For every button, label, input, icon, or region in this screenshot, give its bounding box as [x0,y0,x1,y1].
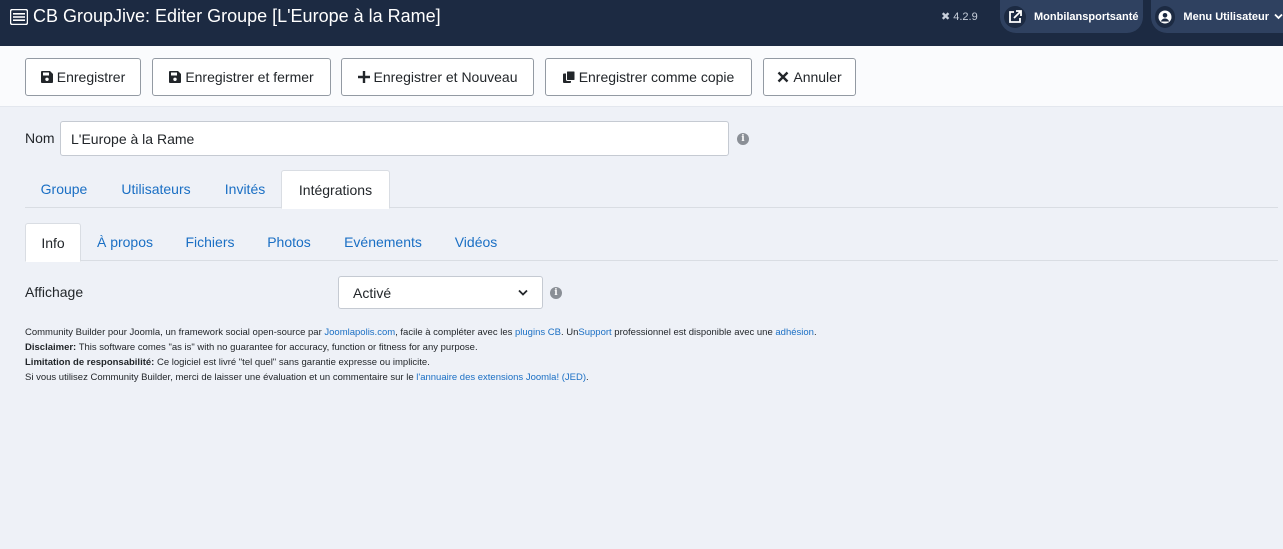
save-close-label: Enregistrer et fermer [185,69,314,85]
affichage-label: Affichage [25,284,84,300]
footer-text: This software comes "as is" with no guar… [76,342,478,353]
footer-text: . [586,372,589,383]
info-icon[interactable]: i [550,287,562,299]
chevron-down-icon [1274,11,1283,23]
jed-link[interactable]: l'annuaire des extensions Joomla! (JED) [416,372,586,383]
plus-icon [357,71,370,83]
list-icon [10,8,28,25]
footer-text: . Un [560,327,579,338]
tab-evenements[interactable]: Evénements [329,223,437,261]
version-number: 4.2.9 [953,10,978,23]
user-menu-label: Menu Utilisateur [1183,10,1269,23]
tab-info[interactable]: Info [25,223,81,262]
footer-text: , facile à compléter avec les [395,327,515,338]
tab-utilisateurs[interactable]: Utilisateurs [105,170,207,208]
footer-line-3: Limitation de responsabilité: Ce logicie… [25,355,817,370]
save-close-button[interactable]: Enregistrer et fermer [152,58,331,96]
page-title: CB GroupJive: Editer Groupe [L'Europe à … [33,6,441,26]
version-info: ✖ 4.2.9 [941,10,978,24]
main-tabs: Groupe Utilisateurs Invités Intégrations [25,170,1278,209]
affichage-value: Activé [353,284,392,301]
footer-text: Community Builder pour Joomla, un framew… [25,327,325,338]
page-title-wrap: CB GroupJive: Editer Groupe [L'Europe à … [10,6,441,27]
copy-icon [562,71,575,83]
save-copy-button[interactable]: Enregistrer comme copie [545,58,752,96]
joomlapolis-link[interactable]: Joomlapolis.com [324,327,395,338]
save-new-label: Enregistrer et Nouveau [373,69,518,85]
tab-photos[interactable]: Photos [253,223,325,261]
site-link-button[interactable]: Monbilansportsanté [1000,0,1143,33]
save-label: Enregistrer [56,69,126,85]
user-menu-button[interactable]: Menu Utilisateur [1151,0,1283,33]
external-link-icon [1004,5,1026,28]
chevron-down-icon [518,289,528,296]
tab-invites[interactable]: Invités [209,170,281,208]
info-icon[interactable]: i [737,133,749,145]
footer-text: Ce logiciel est livré "tel quel" sans ga… [154,357,430,368]
toolbar: Enregistrer Enregistrer et fermer Enregi… [0,46,1283,107]
save-icon [169,71,182,83]
tab-integrations[interactable]: Intégrations [281,170,390,209]
affichage-select[interactable]: Activé [338,276,543,309]
tab-a-propos[interactable]: À propos [83,223,167,261]
plugins-link[interactable]: plugins CB [515,327,561,338]
joomla-icon: ✖ [941,11,951,23]
adhesion-link[interactable]: adhésion [775,327,814,338]
save-new-button[interactable]: Enregistrer et Nouveau [341,58,534,96]
sub-tabs: Info À propos Fichiers Photos Evénements… [25,223,1278,262]
close-icon [778,71,789,83]
cancel-label: Annuler [793,69,842,85]
footer-text: professionnel est disponible avec une [611,327,776,338]
tab-groupe[interactable]: Groupe [25,170,103,208]
top-header: CB GroupJive: Editer Groupe [L'Europe à … [0,0,1283,46]
tab-videos[interactable]: Vidéos [441,223,511,261]
footer-line-2: Disclaimer: This software comes "as is" … [25,340,817,355]
footer-text: . [813,327,817,338]
tab-fichiers[interactable]: Fichiers [171,223,249,261]
save-icon [40,71,53,83]
limitation-label: Limitation de responsabilité: [25,357,155,368]
nom-input[interactable] [60,121,729,156]
footer-line-1: Community Builder pour Joomla, un framew… [25,325,817,340]
site-link-label: Monbilansportsanté [1034,10,1139,23]
footer-line-4: Si vous utilisez Community Builder, merc… [25,370,817,385]
footer-text: Si vous utilisez Community Builder, merc… [25,372,417,383]
support-link[interactable]: Support [578,327,611,338]
user-icon [1155,5,1176,28]
disclaimer-label: Disclaimer: [25,342,77,353]
nom-label: Nom [25,130,55,146]
footer: Community Builder pour Joomla, un framew… [25,325,817,385]
save-button[interactable]: Enregistrer [25,58,141,96]
cancel-button[interactable]: Annuler [763,58,856,96]
save-copy-label: Enregistrer comme copie [578,69,735,85]
